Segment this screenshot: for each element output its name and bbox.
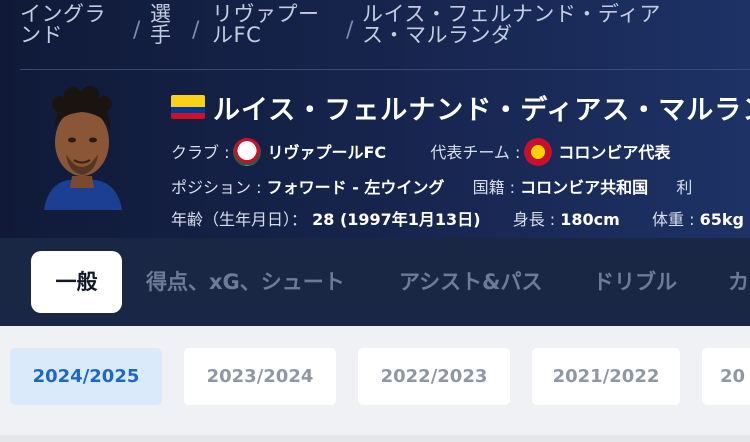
weight-label: 体重 : (652, 210, 695, 229)
tab-goals-xg-shots[interactable]: 得点、xG、シュート (146, 266, 345, 296)
breadcrumb: イングラ ンド / 選 手 / リヴァプー ルFC / ルイス・フェルナンド・デ… (20, 4, 750, 52)
weight-value: 65kg (699, 210, 744, 229)
tab-truncated[interactable]: カ (728, 266, 749, 296)
player-photo (38, 84, 126, 210)
player-header: イングラ ンド / 選 手 / リヴァプー ルFC / ルイス・フェルナンド・デ… (0, 0, 750, 238)
height-label: 身長 : (512, 210, 556, 229)
season-2022-2023[interactable]: 2022/2023 (358, 348, 510, 405)
club-row: クラブ : リヴァプールFC 代表チーム : コロンビア代表 (171, 137, 670, 168)
club-label: クラブ : (171, 143, 230, 162)
tab-general[interactable]: 一般 (31, 251, 122, 313)
national-team-label: 代表チーム : (430, 143, 521, 162)
nationality-value: コロンビア共和国 (520, 178, 649, 197)
player-name: ルイス・フェルナンド・ディアス・マルランダ (213, 95, 750, 126)
position-value: フォワード - 左ウイング (266, 178, 445, 197)
colombia-flag-icon (171, 95, 205, 119)
season-selector: 2024/2025 2023/2024 2022/2023 2021/2022 … (0, 326, 750, 442)
breadcrumb-item-player: ルイス・フェルナンド・ディア ス・マルランダ (362, 2, 661, 47)
breadcrumb-separator: / (346, 18, 354, 43)
colombia-crest-icon (524, 137, 553, 166)
season-2024-2025[interactable]: 2024/2025 (10, 348, 162, 405)
nationality-label: 国籍 : (472, 178, 516, 197)
breadcrumb-item-club[interactable]: リヴァプー ルFC (212, 4, 357, 46)
age-row: 年齢（生年月日）： 28 (1997年1月13日) 身長 : 180cm 体重 … (171, 206, 744, 230)
national-team-value[interactable]: コロンビア代表 (558, 143, 670, 162)
season-2021-2022[interactable]: 2021/2022 (532, 348, 680, 405)
club-value[interactable]: リヴァプールFC (267, 143, 386, 162)
tab-dribbles[interactable]: ドリブル (593, 266, 677, 296)
season-2023-2024[interactable]: 2023/2024 (184, 348, 336, 405)
position-label: ポジション : (171, 178, 262, 197)
age-value: 28 (1997年1月13日) (312, 210, 481, 229)
tab-assists-passes[interactable]: アシスト&パス (399, 266, 542, 296)
season-truncated[interactable]: 20 (702, 348, 750, 405)
breadcrumb-separator: / (133, 18, 141, 43)
content-divider (0, 435, 750, 442)
liverpool-crest-icon (233, 137, 262, 166)
height-value: 180cm (560, 210, 620, 229)
breadcrumb-separator: / (192, 18, 200, 43)
extra-label: 利 (676, 178, 693, 197)
header-divider (20, 69, 750, 70)
breadcrumb-item-england[interactable]: イングラ ンド (20, 4, 120, 46)
age-label: 年齢（生年月日）： (171, 210, 308, 229)
position-row: ポジション : フォワード - 左ウイング 国籍 : コロンビア共和国 利 (171, 174, 692, 198)
stats-tab-bar: 一般 得点、xG、シュート アシスト&パス ドリブル カ (0, 238, 750, 326)
breadcrumb-item-players[interactable]: 選 手 (150, 4, 180, 46)
